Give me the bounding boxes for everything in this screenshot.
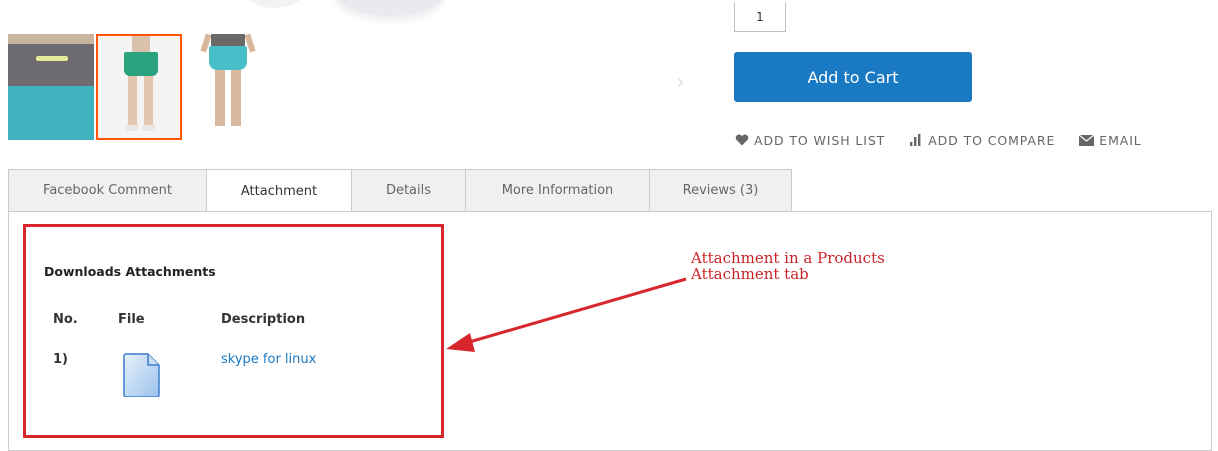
- tab-more-information-label: More Information: [501, 183, 614, 198]
- gallery-thumbnail-1[interactable]: [8, 34, 94, 140]
- quantity-input-wrapper: [734, 2, 786, 32]
- gallery-next-arrow-icon[interactable]: ›: [676, 72, 685, 94]
- tab-reviews[interactable]: Reviews (3): [649, 169, 792, 211]
- heart-icon: [735, 134, 749, 146]
- email-link[interactable]: EMAIL: [1079, 133, 1141, 148]
- gallery-thumbnail-3[interactable]: [187, 34, 273, 140]
- product-social-links: ADD TO WISH LIST ADD TO COMPARE EMAIL: [735, 131, 1166, 149]
- tab-more-information[interactable]: More Information: [465, 169, 650, 211]
- tab-attachment[interactable]: Attachment: [206, 169, 352, 212]
- annotation-text: Attachment in a Products Attachment tab: [691, 250, 885, 282]
- column-header-file: File: [118, 312, 145, 327]
- email-label: EMAIL: [1099, 132, 1142, 148]
- tab-attachment-label: Attachment: [240, 183, 318, 199]
- skype-for-linux-link[interactable]: skype for linux: [221, 352, 316, 367]
- downloads-attachments-title: Downloads Attachments: [44, 264, 216, 279]
- column-header-no: No.: [53, 312, 78, 327]
- attachment-row-number: 1): [53, 352, 68, 367]
- add-to-compare-label: ADD TO COMPARE: [928, 132, 1056, 148]
- annotation-highlight-box: [23, 224, 444, 438]
- add-to-cart-label: Add to Cart: [807, 67, 899, 87]
- annotation-line-1: Attachment in a Products: [691, 249, 885, 267]
- annotation-line-2: Attachment tab: [691, 265, 809, 283]
- add-to-compare-link[interactable]: ADD TO COMPARE: [909, 133, 1055, 148]
- tab-details[interactable]: Details: [351, 169, 466, 211]
- tab-reviews-label: Reviews (3): [682, 183, 759, 198]
- tab-facebook-comment[interactable]: Facebook Comment: [8, 169, 207, 211]
- gallery-thumbnail-2-active[interactable]: [96, 34, 182, 140]
- column-header-description: Description: [221, 312, 306, 327]
- add-to-wishlist-link[interactable]: ADD TO WISH LIST: [735, 133, 885, 148]
- quantity-input[interactable]: [735, 10, 785, 24]
- envelope-icon: [1079, 134, 1095, 146]
- main-product-image: [235, 0, 465, 28]
- add-to-cart-button[interactable]: Add to Cart: [734, 52, 972, 102]
- attachment-description-link[interactable]: skype for linux: [221, 352, 316, 367]
- compare-chart-icon: [909, 134, 923, 146]
- annotation-arrow: [446, 277, 687, 352]
- document-icon[interactable]: [123, 353, 161, 398]
- tab-details-label: Details: [385, 183, 432, 198]
- add-to-wishlist-label: ADD TO WISH LIST: [754, 132, 886, 148]
- tab-facebook-comment-label: Facebook Comment: [43, 183, 172, 198]
